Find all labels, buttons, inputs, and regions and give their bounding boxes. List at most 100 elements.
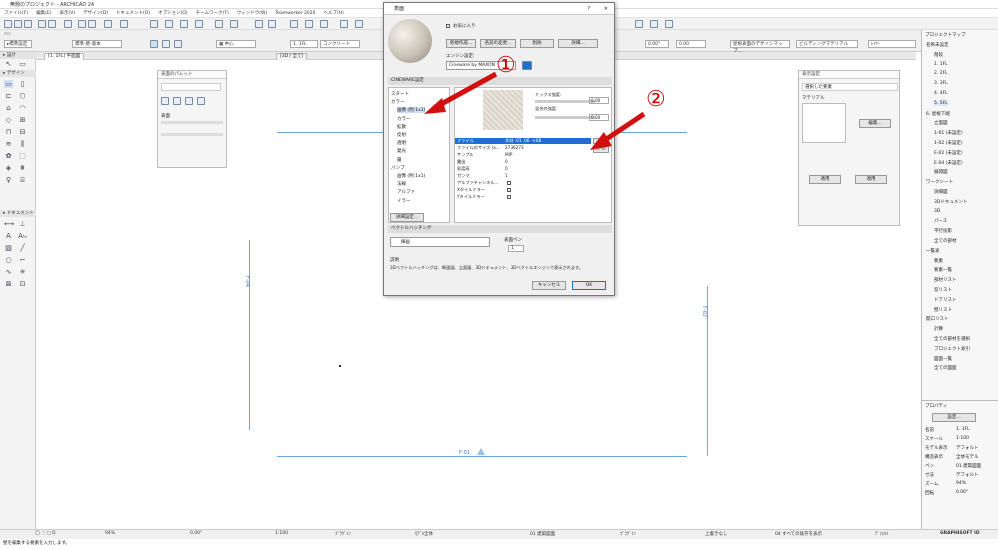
geometry-rect-icon[interactable] — [162, 40, 170, 48]
lamp-tool-icon[interactable]: ♀ — [4, 176, 13, 184]
navigator-item[interactable]: 部材リスト — [934, 277, 957, 283]
ref-line-field[interactable]: ▦ 中心 — [216, 40, 256, 48]
grid-snap-icon[interactable] — [104, 20, 112, 28]
channel-tree-item[interactable]: カラー — [391, 99, 405, 105]
expand-button[interactable]: 詳細設定... — [390, 213, 424, 222]
navigator-item[interactable]: 詳細図 — [934, 189, 948, 195]
scale-readout[interactable]: 1:100 — [275, 531, 288, 536]
palette-tool-icon[interactable] — [197, 97, 205, 105]
property-value[interactable]: 1:100 — [956, 436, 969, 441]
layer-field[interactable]: ﾚｲﾔｰ — [868, 40, 916, 48]
rename-button[interactable]: 名前の変更... — [480, 39, 516, 48]
navigator-settings-button[interactable]: 設定... — [932, 413, 976, 422]
property-value[interactable]: 1. 1FL — [956, 427, 970, 432]
save-icon[interactable] — [24, 20, 32, 28]
grid-label-right[interactable]: F-02 — [701, 306, 707, 317]
help-icon[interactable] — [665, 20, 673, 28]
toolbox-section-select[interactable]: ▸ 設計 — [0, 52, 36, 59]
roof-tool-icon[interactable]: ⌂ — [4, 104, 13, 112]
channel-tree-item[interactable]: バンプ — [391, 165, 405, 171]
stair-tool-icon[interactable]: ≋ — [4, 140, 13, 148]
bimx-icon[interactable] — [650, 20, 658, 28]
vector-hatch-header[interactable]: ベクトルハッチング — [388, 225, 612, 233]
navigator-item[interactable]: 開口リスト — [926, 316, 949, 322]
equipment-tool-icon[interactable]: ⌸ — [18, 176, 27, 184]
figure-tool-icon[interactable]: ⊠ — [4, 280, 13, 288]
channel-tree-item[interactable]: イラー — [397, 198, 411, 204]
door-tool-icon[interactable]: ⊓ — [4, 128, 13, 136]
hotspot-tool-icon[interactable]: ✳ — [18, 268, 27, 276]
teamwork-icon[interactable] — [340, 20, 348, 28]
property-row[interactable]: サンプル MIP — [455, 152, 605, 158]
property-checkbox[interactable] — [507, 188, 511, 192]
property-row[interactable]: ファイル 木材 -01 .06 -×68 — [455, 138, 591, 144]
marquee-tool-icon[interactable]: ▭ — [18, 60, 27, 68]
navigator-item[interactable]: 壁リスト — [934, 307, 952, 313]
grid-label-left[interactable]: F-04 — [244, 276, 250, 287]
publish-icon[interactable] — [635, 20, 643, 28]
orbit-icon[interactable] — [305, 20, 313, 28]
channel-tree-item[interactable]: アルファ — [397, 189, 415, 195]
menu-item[interactable]: デザイン(D) — [83, 10, 108, 16]
layer-combo-readout[interactable]: ﾌﾟﾗｸﾞｲﾝ — [335, 531, 351, 537]
pen-field[interactable]: 標準-壁-基本 — [72, 40, 122, 48]
layer-icon[interactable] — [120, 20, 128, 28]
blend-strength-slider[interactable] — [535, 116, 595, 119]
level-dim-tool-icon[interactable]: ⊥ — [18, 220, 27, 228]
navigator-item[interactable]: ワークシート — [926, 179, 953, 185]
property-row[interactable]: アルファチャンネル... — [455, 180, 605, 186]
ib-select-field[interactable]: ▸標準設定 — [4, 40, 32, 48]
property-row[interactable]: ガンマ 1 — [455, 173, 605, 179]
navigator-item[interactable]: プロジェクト索引 — [934, 346, 970, 352]
layer-settings-icon[interactable] — [320, 20, 328, 28]
menu-item[interactable]: 編集(E) — [36, 10, 51, 16]
engine-settings-icon[interactable] — [522, 61, 532, 70]
spline-tool-icon[interactable]: ∿ — [4, 268, 13, 276]
navigator-item[interactable]: 全ての部材を選択 — [934, 336, 970, 342]
property-row[interactable]: Xタイルミラー — [455, 187, 605, 193]
property-checkbox[interactable] — [507, 181, 511, 185]
model-view-readout[interactable]: ﾓﾃﾞﾙ全体 — [415, 531, 433, 537]
wall-height-field[interactable]: 0.00 — [676, 40, 706, 48]
column-tool-icon[interactable]: ▯ — [18, 80, 27, 88]
property-value[interactable]: 01 建築図面 — [956, 463, 981, 469]
text-tool-icon[interactable]: A — [4, 232, 13, 240]
fit-icon[interactable] — [230, 20, 238, 28]
dimension-readout[interactable]: ﾌﾟﾗｸﾞｲﾝ — [620, 531, 636, 537]
fill-tool-icon[interactable]: ▨ — [4, 244, 13, 252]
skylight-tool-icon[interactable]: ◇ — [4, 116, 13, 124]
palette-tool-icon[interactable] — [185, 97, 193, 105]
property-row[interactable]: ファイルのサイズ (x... 2736273 — [455, 145, 605, 151]
dimension-tool-icon[interactable]: ⟷ — [4, 220, 14, 228]
channel-tree-item[interactable]: スタート — [391, 91, 409, 97]
surface-pen-value[interactable]: 1 — [508, 245, 524, 252]
navigator-item[interactable]: ドアリスト — [934, 297, 957, 303]
navigation-icons[interactable]: ◯ ◌ ◻ Q — [35, 531, 56, 536]
channel-tree-item[interactable]: 反射 — [397, 132, 406, 138]
menu-item[interactable]: チームワーク(T) — [196, 10, 229, 16]
help-icon[interactable]: ? — [587, 3, 590, 15]
zoom-in-icon[interactable] — [255, 20, 263, 28]
mix-strength-value[interactable]: 0.00 — [589, 97, 609, 104]
menu-item[interactable]: ファイル(F) — [4, 10, 28, 16]
channel-tree-item[interactable]: 透明 — [397, 140, 406, 146]
navigator-item[interactable]: 6. 屋根下端 — [926, 111, 950, 117]
navigator-item[interactable]: 3D — [934, 209, 940, 214]
navigator-item[interactable]: 全ての図面 — [934, 365, 957, 371]
navigator-item[interactable]: 立面図 — [934, 120, 948, 126]
grid-label-bottom[interactable]: F-01 — [459, 450, 470, 456]
building-material-field[interactable]: ビルディングマテリアル — [796, 40, 858, 48]
channel-tree-item[interactable]: カラー — [397, 116, 411, 122]
channel-tree-item[interactable]: 画像 (例:1x1) — [397, 173, 425, 179]
favorites-checkbox[interactable] — [446, 24, 450, 28]
navigator-item[interactable]: 計算 — [934, 326, 943, 332]
tab-floorplan[interactable]: [1. 1FL] 平面図 — [44, 53, 85, 60]
property-value[interactable]: 全体モデル — [956, 454, 979, 460]
navigator-item[interactable]: 一覧表 — [926, 248, 940, 254]
navigator-item[interactable]: 要素 — [934, 258, 943, 264]
shell-tool-icon[interactable]: ◠ — [18, 104, 27, 112]
navigator-item[interactable]: 要素一覧 — [934, 267, 952, 273]
navigator-item[interactable]: 5. 5FL — [934, 100, 948, 106]
window-tool-icon[interactable]: ⊟ — [18, 128, 27, 136]
channel-tree-item[interactable]: 発光 — [397, 148, 406, 154]
